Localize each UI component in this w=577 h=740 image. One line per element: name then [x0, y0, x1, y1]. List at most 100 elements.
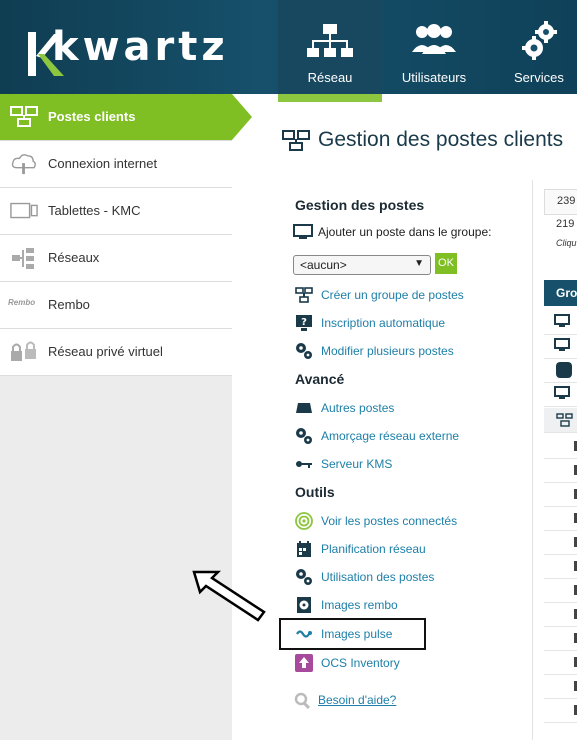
key-icon	[296, 461, 312, 468]
users-icon	[412, 24, 456, 54]
group-computers-icon	[295, 287, 313, 303]
section-heading-gestion: Gestion des postes	[295, 197, 425, 213]
link-label: Planification réseau	[321, 542, 426, 556]
ocs-icon	[295, 654, 313, 672]
sidebar-item-label: Rembo	[48, 297, 90, 312]
table-row[interactable]	[544, 310, 577, 335]
tab-utilisateurs[interactable]: Utilisateurs	[386, 0, 482, 94]
tab-services[interactable]: Services	[500, 0, 577, 94]
top-header: kwartz Réseau Utilisateurs Services	[0, 0, 577, 102]
table-row[interactable]	[544, 434, 577, 459]
hint-text: Cliqu	[556, 238, 577, 248]
search-icon	[294, 692, 311, 710]
add-computer-label: Ajouter un poste dans le groupe:	[318, 225, 492, 239]
sidebar-item-reseau-prive-virtuel[interactable]: Réseau privé virtuel	[0, 329, 232, 376]
table-row[interactable]	[544, 358, 577, 383]
table-row[interactable]	[544, 506, 577, 531]
section-heading-avance: Avancé	[295, 371, 345, 387]
rembo-icon: Rembo	[8, 298, 36, 307]
highlight-box	[279, 618, 426, 650]
logo-text: kwartz	[52, 24, 229, 70]
group-computers-icon	[556, 413, 573, 427]
sidebar: Postes clients Connexion internet Tablet…	[0, 94, 232, 740]
stat-box: 239	[544, 189, 577, 215]
table-row[interactable]	[544, 530, 577, 555]
active-item-arrow	[232, 94, 252, 140]
tab-reseau[interactable]: Réseau	[278, 0, 382, 102]
add-computer-line: Ajouter un poste dans le groupe:	[293, 224, 491, 243]
stat-value-1: 239	[557, 195, 576, 207]
table-header-label: Gro	[556, 286, 577, 300]
cloud-hand-icon	[11, 154, 36, 175]
link-label: Utilisation des postes	[321, 570, 435, 584]
pointer-arrow-icon	[192, 570, 266, 622]
monitor-icon	[554, 338, 570, 351]
table-row[interactable]	[544, 458, 577, 483]
network-computers-icon	[282, 130, 310, 151]
locks-icon	[11, 341, 36, 361]
help-label: Besoin d'aide?	[318, 693, 397, 707]
table-row[interactable]	[544, 626, 577, 651]
link-label: Voir les postes connectés	[321, 514, 458, 528]
monitor-icon	[554, 386, 570, 399]
signal-icon	[295, 512, 313, 530]
chevron-down-icon: ▼	[414, 258, 424, 269]
disk-image-icon	[297, 597, 311, 613]
link-label: Serveur KMS	[321, 457, 393, 471]
link-label: Créer un groupe de postes	[321, 288, 464, 302]
section-heading-outils: Outils	[295, 484, 335, 500]
network-icon	[307, 24, 353, 57]
calendar-icon	[297, 541, 311, 557]
link-label: OCS Inventory	[321, 656, 400, 670]
svg-text:?: ?	[301, 317, 307, 328]
sidebar-item-label: Connexion internet	[48, 156, 158, 171]
tablet-icon	[10, 202, 38, 219]
computers-icon	[10, 106, 38, 127]
monitor-icon	[554, 314, 570, 327]
tab-utilisateurs-label: Utilisateurs	[401, 70, 467, 85]
table-header: Gro	[544, 280, 577, 306]
table-row[interactable]	[544, 602, 577, 627]
sidebar-item-reseaux[interactable]: Réseaux	[0, 235, 232, 282]
sidebar-item-label: Tablettes - KMC	[48, 203, 141, 218]
link-label: Images rembo	[321, 598, 398, 612]
table-row[interactable]	[544, 674, 577, 699]
page-title: Gestion des postes clients	[318, 128, 564, 151]
tab-reseau-label: Réseau	[307, 70, 353, 85]
link-label: Autres postes	[321, 401, 395, 415]
ok-button[interactable]: OK	[435, 253, 457, 274]
sidebar-item-rembo[interactable]: Rembo Rembo	[0, 282, 232, 329]
active-tab-indicator	[278, 94, 382, 102]
sidebar-item-postes-clients[interactable]: Postes clients	[0, 94, 232, 141]
table-row[interactable]	[544, 382, 577, 407]
gears-icon	[522, 21, 557, 60]
group-select[interactable]: <aucun> ▼	[293, 255, 431, 275]
link-label: Modifier plusieurs postes	[321, 344, 454, 358]
sidebar-item-label: Postes clients	[48, 109, 136, 124]
gears-icon	[296, 343, 312, 359]
gears-icon	[296, 569, 312, 585]
help-link[interactable]: Besoin d'aide?	[294, 692, 396, 713]
table-group-row[interactable]	[544, 408, 577, 433]
network-tree-icon	[12, 248, 34, 269]
table-row[interactable]	[544, 698, 577, 723]
table-row[interactable]	[544, 482, 577, 507]
sidebar-item-tablettes-kmc[interactable]: Tablettes - KMC	[0, 188, 232, 235]
sidebar-item-connexion-internet[interactable]: Connexion internet	[0, 141, 232, 188]
link-label: Inscription automatique	[321, 316, 446, 330]
group-select-value: <aucun>	[300, 258, 347, 272]
stat-value-2: 219	[556, 218, 575, 230]
table-row[interactable]	[544, 554, 577, 579]
tab-services-label: Services	[514, 70, 564, 85]
table-row[interactable]	[544, 334, 577, 359]
sidebar-item-label: Réseau privé virtuel	[48, 344, 163, 359]
table-row[interactable]	[544, 578, 577, 603]
gears-icon	[296, 428, 312, 444]
device-icon	[556, 362, 572, 378]
table-row[interactable]	[544, 650, 577, 675]
link-label: Amorçage réseau externe	[321, 429, 460, 443]
monitor-question-icon: ?	[296, 315, 312, 331]
monitor-icon	[293, 224, 313, 239]
sidebar-item-label: Réseaux	[48, 250, 100, 265]
device-icon	[296, 403, 312, 413]
